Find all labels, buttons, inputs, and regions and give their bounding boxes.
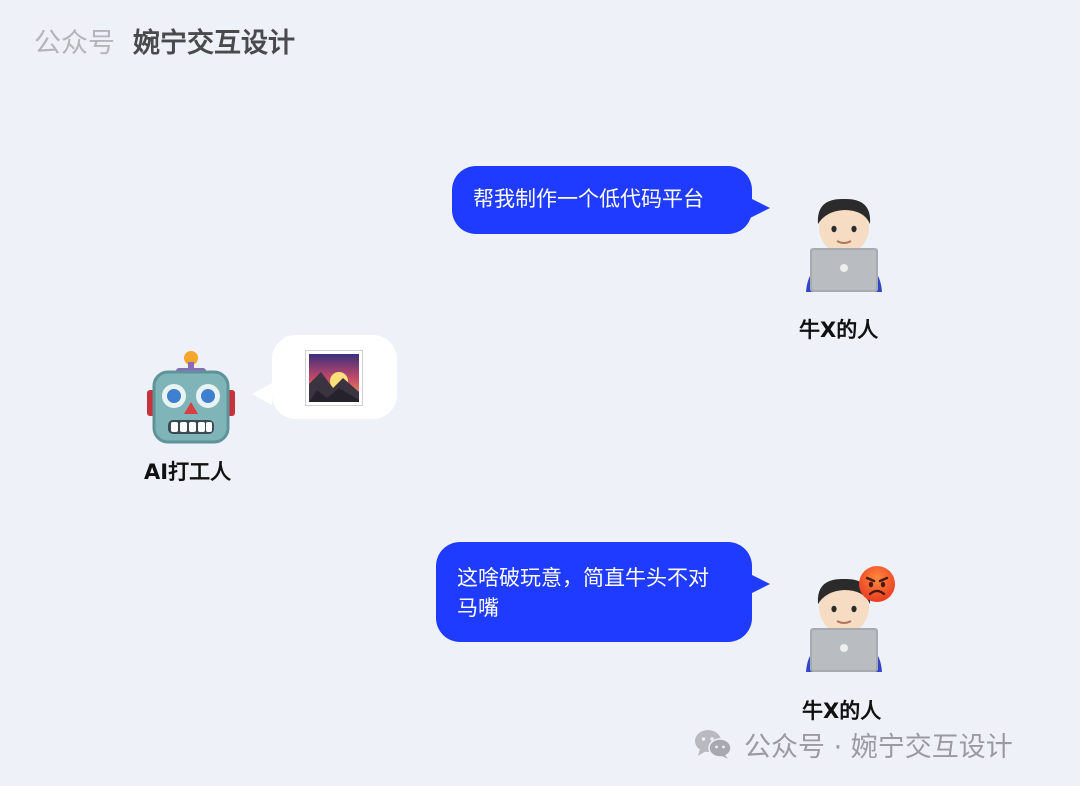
page-header: 公众号 婉宁交互设计 xyxy=(34,26,295,62)
watermark: 公众号 · 婉宁交互设计 xyxy=(694,726,1013,763)
message-text: 帮我制作一个低代码平台 xyxy=(473,187,704,211)
angry-face-icon xyxy=(858,565,896,603)
message-bubble-image-reply xyxy=(252,335,397,419)
human-caption-1: 牛X的人 xyxy=(799,318,879,342)
message-text: 这啥破玩意，简直牛头不对马嘴 xyxy=(457,566,709,620)
human-caption-2: 牛X的人 xyxy=(802,699,882,723)
message-bubble-complaint: 这啥破玩意，简直牛头不对马嘴 xyxy=(436,542,770,642)
message-bubble-request: 帮我制作一个低代码平台 xyxy=(452,166,770,234)
wechat-icon xyxy=(695,730,732,759)
robot-face-icon xyxy=(146,350,236,444)
account-type-label: 公众号 xyxy=(34,28,115,59)
technologist-with-laptop-icon xyxy=(802,194,886,292)
robot-caption: AI打工人 xyxy=(144,460,232,484)
watermark-text: 公众号 · 婉宁交互设计 xyxy=(744,731,1013,763)
account-name: 婉宁交互设计 xyxy=(133,28,295,59)
sunrise-over-mountains-icon xyxy=(306,351,362,405)
